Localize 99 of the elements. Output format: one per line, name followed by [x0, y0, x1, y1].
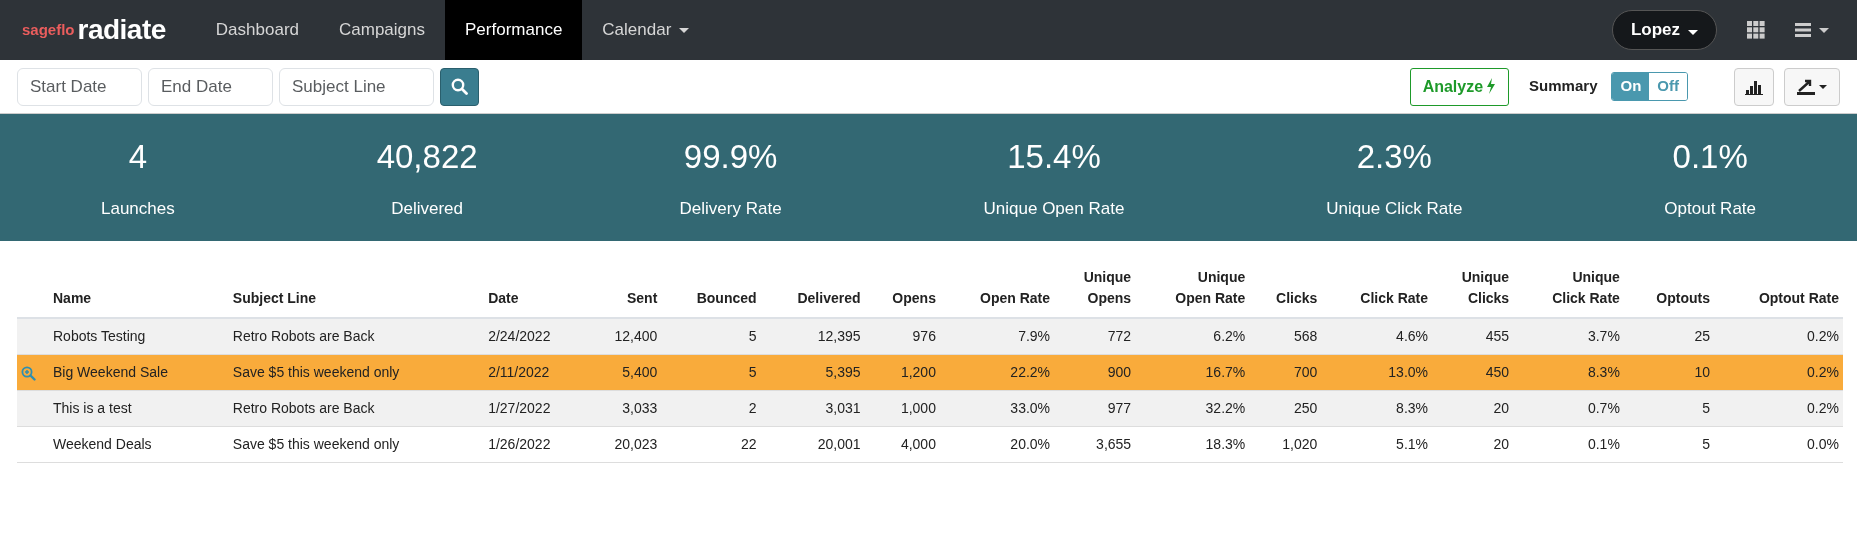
table-cell: 0.7%	[1513, 390, 1624, 427]
table-cell: 5	[661, 354, 761, 391]
table-cell: Weekend Deals	[49, 426, 229, 463]
nav-tab[interactable]: Campaigns	[319, 0, 445, 60]
stat-label: Unique Click Rate	[1326, 197, 1463, 220]
table-cell: 5	[661, 318, 761, 355]
table-cell: 22	[661, 426, 761, 463]
filter-input-field[interactable]: Start Date	[17, 67, 142, 106]
nav-tab[interactable]: Performance	[445, 0, 583, 60]
stat-value: 4	[128, 137, 147, 177]
filter-input-field[interactable]: Subject Line	[279, 67, 434, 106]
stat-value: 40,822	[376, 137, 478, 177]
stat-label: Delivery Rate	[679, 197, 782, 220]
table-cell: Robots Testing	[49, 318, 229, 355]
table-cell: 1,000	[864, 390, 940, 427]
chart-button[interactable]	[1734, 67, 1774, 106]
bar-chart-icon	[1745, 78, 1763, 95]
table-cell: 8.3%	[1321, 390, 1432, 427]
table-cell: 5	[1623, 390, 1714, 427]
table-cell: Retro Robots are Back	[228, 390, 485, 427]
table-cell: 20	[1432, 426, 1514, 463]
table-cell: 900	[1054, 354, 1136, 391]
table-cell: 12,395	[760, 318, 865, 355]
stat-label: Unique Open Rate	[983, 197, 1125, 220]
table-row-highlight[interactable]	[17, 354, 49, 391]
table-cell: 0.1%	[1513, 426, 1624, 463]
table-cell: 32.2%	[1135, 390, 1250, 427]
table-cell: 18.3%	[1135, 426, 1250, 463]
nav-tab[interactable]: Dashboard	[195, 0, 319, 60]
table-cell: 4.6%	[1321, 318, 1432, 355]
table-cell: 5,395	[760, 354, 865, 391]
table-cell: 4,000	[864, 426, 940, 463]
analyze-button[interactable]: Analyze	[1409, 67, 1510, 106]
stat-value: 15.4%	[1007, 137, 1101, 177]
table-cell: 1,020	[1249, 426, 1322, 463]
export-button[interactable]	[1784, 67, 1840, 106]
table-cell: 2	[661, 390, 761, 427]
table-cell: 0.0%	[1714, 426, 1843, 463]
lightning-bolt-icon	[1486, 77, 1497, 94]
caret-icon	[1688, 30, 1698, 36]
stat-value: 0.1%	[1672, 137, 1748, 177]
table-cell: 2/11/2022	[484, 354, 587, 391]
table-cell: 25	[1623, 318, 1714, 355]
table-cell: 5.1%	[1321, 426, 1432, 463]
stat-value: 99.9%	[683, 137, 778, 177]
table-cell: 2/24/2022	[484, 318, 587, 355]
search-icon	[451, 78, 468, 95]
user-menu-button[interactable]: Lopez	[1611, 10, 1717, 50]
table-cell: 250	[1249, 390, 1322, 427]
stat-label: Delivered	[391, 197, 464, 220]
table-cell: 22.2%	[939, 354, 1055, 391]
table-cell: 976	[864, 318, 940, 355]
table-cell: 7.9%	[939, 318, 1055, 355]
stat-label: Optout Rate	[1664, 197, 1756, 220]
table-cell: Big Weekend Sale	[49, 354, 229, 391]
table-cell: This is a test	[49, 390, 229, 427]
apps-grid-icon[interactable]	[1747, 21, 1765, 39]
table-cell: 20.0%	[939, 426, 1055, 463]
table-cell: Save $5 this weekend only	[228, 354, 485, 391]
table-cell: 450	[1432, 354, 1514, 391]
table-cell: 1,200	[864, 354, 940, 391]
table-cell: 16.7%	[1135, 354, 1250, 391]
table-cell: 8.3%	[1513, 354, 1624, 391]
stat-value: 2.3%	[1356, 137, 1432, 177]
table-cell: 772	[1054, 318, 1136, 355]
filter-input-field[interactable]: End Date	[148, 67, 273, 106]
table-cell: 3,655	[1054, 426, 1136, 463]
logo-prefix: sageflo	[22, 19, 75, 40]
table-cell: 5	[1623, 426, 1714, 463]
table-cell: 3.7%	[1513, 318, 1624, 355]
table-cell: 20	[1432, 390, 1514, 427]
table-cell: 0.2%	[1714, 318, 1843, 355]
logo-name: radiate	[77, 13, 166, 47]
table-cell: 455	[1432, 318, 1514, 355]
table-cell: 6.2%	[1135, 318, 1250, 355]
table-cell: Save $5 this weekend only	[228, 426, 485, 463]
table-cell: 0.2%	[1714, 390, 1843, 427]
table-cell: 700	[1249, 354, 1322, 391]
table-cell: 0.2%	[1714, 354, 1843, 391]
table-cell: 1/27/2022	[484, 390, 587, 427]
table-cell: 3,033	[586, 390, 662, 427]
table-cell: 568	[1249, 318, 1322, 355]
table-cell: 12,400	[586, 318, 662, 355]
nav-tab[interactable]: Calendar	[582, 0, 710, 60]
table-cell: 3,031	[760, 390, 865, 427]
table-cell: Retro Robots are Back	[228, 318, 485, 355]
table-cell: 977	[1054, 390, 1136, 427]
table-cell: 13.0%	[1321, 354, 1432, 391]
table-cell: 10	[1623, 354, 1714, 391]
menu-icon[interactable]	[1795, 23, 1829, 37]
summary-label: Summary	[1529, 76, 1598, 97]
table-cell: 1/26/2022	[484, 426, 587, 463]
table-cell: 20,001	[760, 426, 865, 463]
table-cell: 20,023	[586, 426, 662, 463]
table-cell: 5,400	[586, 354, 662, 391]
stat-label: Launches	[100, 197, 175, 220]
table-cell: 33.0%	[939, 390, 1055, 427]
export-icon	[1795, 77, 1829, 96]
search-button[interactable]	[440, 67, 479, 106]
